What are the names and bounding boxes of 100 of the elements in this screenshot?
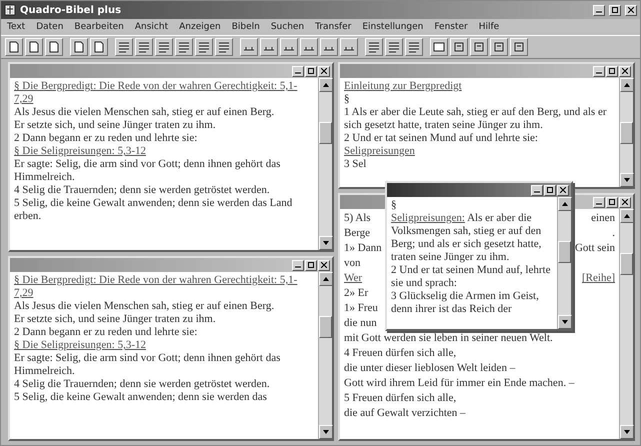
- maximize-button[interactable]: [305, 260, 317, 270]
- toolbar-button[interactable]: [135, 38, 153, 56]
- menu-item[interactable]: Hilfe: [478, 22, 500, 32]
- scroll-thumb[interactable]: [620, 122, 633, 144]
- close-button[interactable]: [619, 196, 631, 208]
- document-icon: [93, 41, 105, 53]
- maximize-button[interactable]: [544, 184, 556, 196]
- verse-text: mit Gott werden sie leben in seiner neuen Welt.: [344, 331, 553, 346]
- menu-item[interactable]: Ansicht: [134, 22, 168, 32]
- scroll-thumb[interactable]: [620, 253, 633, 275]
- toolbar-button[interactable]: [340, 38, 358, 56]
- minimize-button[interactable]: [292, 260, 304, 270]
- toolbar-button[interactable]: [90, 38, 108, 56]
- menu-item[interactable]: Einstellungen: [362, 22, 424, 32]
- section-link[interactable]: Wer: [344, 271, 362, 286]
- close-icon: [628, 7, 634, 13]
- minimize-button[interactable]: [593, 66, 605, 76]
- document-icon: [73, 41, 85, 53]
- section-link[interactable]: Einleitung zur Bergpredigt: [344, 80, 615, 93]
- verse-text: 5 Selig, die keine Gewalt anwenden; denn sie werden das: [14, 391, 268, 404]
- scrollbar[interactable]: [619, 209, 633, 439]
- scrollbar[interactable]: [557, 197, 571, 329]
- scroll-thumb[interactable]: [319, 316, 332, 338]
- section-link[interactable]: Seligpreisungen: [344, 145, 615, 158]
- toolbar-button[interactable]: [300, 38, 318, 56]
- verse-text: Berge: [344, 226, 370, 241]
- toolbar-button[interactable]: [115, 38, 133, 56]
- menu-item[interactable]: Text: [7, 22, 26, 32]
- menu-item[interactable]: Bibeln: [232, 22, 260, 32]
- toolbar-button[interactable]: [70, 38, 88, 56]
- verse-text: Er setzte sich, und seine Jünger traten zu ihm.: [14, 313, 217, 326]
- menu-item[interactable]: Suchen: [270, 22, 304, 32]
- section-link[interactable]: § Die Bergpredigt: Die Rede von der wahren Gerechtigkeit: 5,1-7,29: [14, 274, 314, 300]
- close-button[interactable]: [619, 66, 631, 76]
- scroll-thumb[interactable]: [558, 241, 571, 263]
- toolbar-button[interactable]: [430, 38, 448, 56]
- window-title-bar[interactable]: [387, 183, 571, 197]
- close-icon: [560, 187, 566, 193]
- maximize-button[interactable]: [606, 196, 618, 208]
- toolbar-button[interactable]: [510, 38, 528, 56]
- verse-text: 1 Als er aber die Leute sah, stieg er auf den Berg, und als er sich gesetzt hatte, traten seine Jünger zu ihm.: [344, 106, 608, 132]
- toolbar-button[interactable]: [405, 38, 423, 56]
- window-icon: [433, 41, 445, 53]
- verse-text: 3 Glückselig die Armen im Geist, denn ihrer ist das Reich der: [391, 290, 540, 316]
- maximize-icon: [612, 7, 618, 13]
- toolbar-button[interactable]: [470, 38, 488, 56]
- scrollbar[interactable]: [619, 78, 633, 187]
- verse-text: 1» Freu: [344, 301, 378, 316]
- scroll-thumb[interactable]: [319, 122, 332, 144]
- close-button[interactable]: [625, 4, 637, 16]
- section-link[interactable]: [Reihe]: [582, 271, 615, 286]
- menu-item[interactable]: Fenster: [434, 22, 468, 32]
- maximize-button[interactable]: [609, 4, 621, 16]
- section-link[interactable]: Seligpreisungen:: [391, 212, 465, 224]
- close-button[interactable]: [318, 260, 330, 270]
- lines-icon: [408, 41, 420, 53]
- scrollbar[interactable]: [318, 272, 332, 439]
- maximize-button[interactable]: [606, 66, 618, 76]
- lines-icon: [178, 41, 190, 53]
- toolbar-button[interactable]: [385, 38, 403, 56]
- toolbar-button[interactable]: [155, 38, 173, 56]
- verse-text: von: [344, 256, 360, 271]
- section-link[interactable]: § Die Bergpredigt: Die Rede von der wahren Gerechtigkeit: 5,1-7,29: [14, 80, 314, 106]
- toolbar-button[interactable]: [195, 38, 213, 56]
- minimize-button[interactable]: [531, 184, 543, 196]
- minimize-button[interactable]: [593, 4, 605, 16]
- close-button[interactable]: [557, 184, 569, 196]
- lines-icon: [388, 41, 400, 53]
- section-link[interactable]: § Die Seligpreisungen: 5,3-12: [14, 145, 314, 158]
- maximize-button[interactable]: [305, 66, 317, 76]
- toolbar-button[interactable]: [280, 38, 298, 56]
- verse-text: Seligpreisungen: Als er aber die Volksmengen sah, stieg er auf den Berg; und als er sich gesetzt hatte, traten seine Jünger zu ihm.: [391, 212, 542, 264]
- app-icon: [4, 4, 16, 16]
- menu-item[interactable]: Anzeigen: [179, 22, 221, 32]
- menu-item[interactable]: Bearbeiten: [74, 22, 124, 32]
- toolbar-button[interactable]: [320, 38, 338, 56]
- menu-item[interactable]: Daten: [36, 22, 64, 32]
- toolbar-button[interactable]: [215, 38, 233, 56]
- menu-item[interactable]: Transfer: [315, 22, 352, 32]
- toolbar-button[interactable]: [260, 38, 278, 56]
- maximize-icon: [308, 262, 314, 268]
- scrollbar[interactable]: [318, 78, 332, 250]
- window-title: Quadro-Bibel plus: [20, 4, 122, 16]
- section-link[interactable]: § Die Seligpreisungen: 5,3-12: [14, 339, 314, 352]
- toolbar-button[interactable]: [490, 38, 508, 56]
- toolbar-button[interactable]: [45, 38, 63, 56]
- close-button[interactable]: [318, 66, 330, 76]
- minimize-button[interactable]: [292, 66, 304, 76]
- maximize-icon: [547, 187, 553, 193]
- toolbar-button[interactable]: [5, 38, 23, 56]
- verse-text: 5) Als: [344, 211, 371, 226]
- toolbar-button[interactable]: [240, 38, 258, 56]
- verse-text: Als Jesus die vielen Menschen sah, stieg er auf einen Berg.: [14, 300, 276, 313]
- minimize-button[interactable]: [593, 196, 605, 208]
- verse-text: 4 Freuen dürfen sich alle,: [344, 346, 456, 361]
- toolbar-button[interactable]: [365, 38, 383, 56]
- toolbar-button[interactable]: [450, 38, 468, 56]
- toolbar-button[interactable]: [175, 38, 193, 56]
- verse-text: 4 Selig die Trauernden; denn sie werden getröstet werden.: [14, 378, 271, 391]
- toolbar-button[interactable]: [25, 38, 43, 56]
